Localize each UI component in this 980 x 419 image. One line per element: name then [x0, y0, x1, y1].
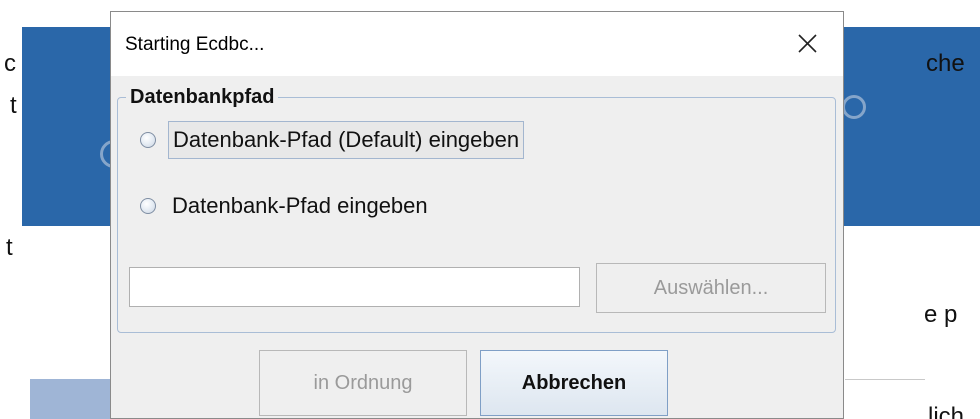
dialog-title: Starting Ecdbc... [125, 34, 265, 55]
close-button[interactable] [789, 26, 825, 62]
background-text-fragment: e p [924, 301, 958, 328]
background-text-fragment: c [4, 50, 16, 77]
background-bottom-panel [30, 379, 110, 419]
database-path-input[interactable] [129, 267, 580, 307]
close-icon [798, 34, 817, 53]
radio-label[interactable]: Datenbank-Pfad (Default) eingeben [168, 121, 525, 159]
starting-dialog: Starting Ecdbc... Datenbankpfad Datenban… [110, 11, 844, 419]
radio-button[interactable] [140, 132, 156, 148]
dialog-titlebar[interactable]: Starting Ecdbc... [111, 12, 843, 76]
radio-label[interactable]: Datenbank-Pfad eingeben [168, 188, 432, 224]
background-text-fragment: t [6, 234, 13, 261]
screen: c t t che e p lich Starting Ecdbc... Dat… [0, 0, 980, 419]
choose-button[interactable]: Auswählen... [596, 263, 826, 313]
background-text-fragment: t [10, 92, 17, 119]
radio-default-path[interactable]: Datenbank-Pfad (Default) eingeben [140, 120, 525, 160]
background-text-fragment: che [926, 50, 965, 77]
background-text-fragment: lich [928, 403, 965, 419]
ok-button[interactable]: in Ordnung [259, 350, 467, 416]
radio-custom-path[interactable]: Datenbank-Pfad eingeben [140, 186, 432, 226]
cancel-button[interactable]: Abbrechen [480, 350, 668, 416]
background-ghost-icon [842, 95, 866, 119]
background-divider [845, 379, 925, 380]
group-title: Datenbankpfad [126, 84, 279, 110]
radio-button[interactable] [140, 198, 156, 214]
